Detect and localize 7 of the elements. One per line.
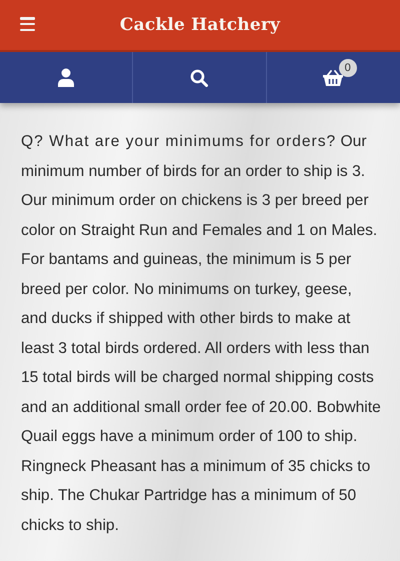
- faq-paragraph: Q? What are your minimums for orders? Our minimum number of birds for an order to ship is 3. Our minimum order on chickens is 3 per breed per color on Straight Run and Females and 1 on Males. For bantams and guineas, the minimum is 5 per breed per color. No minimums on turkey, geese, and ducks if shipped with other birds to make at least 3 total birds ordered. All orders with less than 15 total birds will be charged normal shipping costs and an additional small order fee of 20.00. Bobwhite Quail eggs have a minimum order of 100 to ship. Ringneck Pheasant has a minimum of 35 chicks to ship. The Chukar Partridge has a minimum of 50 chicks to ship.: [21, 132, 382, 536]
- user-icon: [57, 68, 76, 88]
- site-title[interactable]: Cackle Hatchery: [120, 15, 280, 35]
- menu-icon[interactable]: [20, 17, 35, 31]
- basket-icon: [323, 70, 344, 86]
- search-icon: [190, 68, 208, 86]
- cart-count: 0: [338, 59, 357, 77]
